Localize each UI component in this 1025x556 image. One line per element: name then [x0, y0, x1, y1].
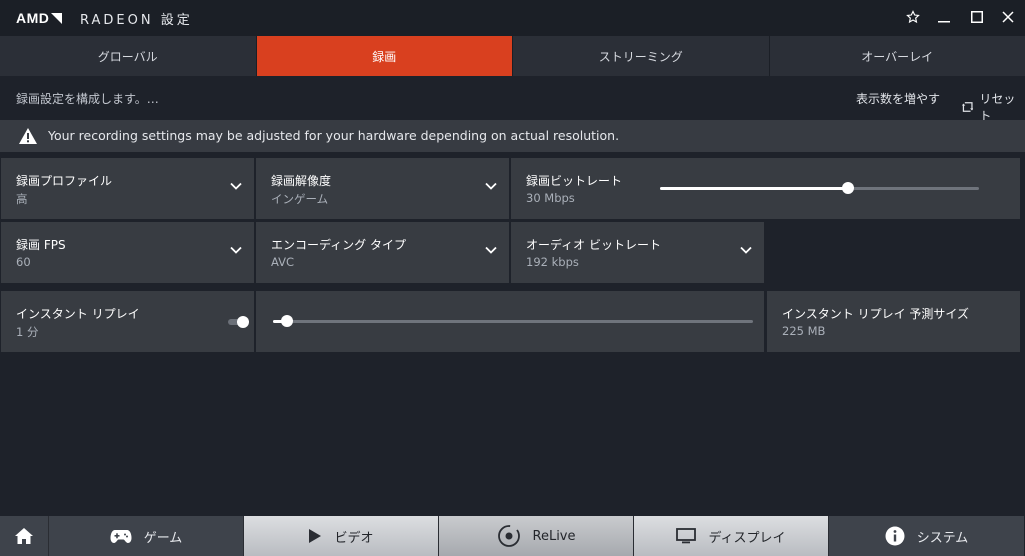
section-description: 録画設定を構成します。…	[16, 92, 159, 106]
maximize-icon	[971, 11, 983, 23]
tab-global[interactable]: グローバル	[0, 36, 257, 76]
gamepad-icon	[110, 530, 132, 543]
instant-replay-duration-tile	[256, 291, 764, 352]
instant-replay-slider[interactable]	[273, 315, 753, 327]
amd-logo: AMD	[16, 10, 63, 26]
instant-replay-label: インスタント リプレイ	[16, 307, 140, 321]
nav-system-label: システム	[916, 530, 969, 546]
recording-resolution-value: インゲーム	[271, 192, 329, 206]
nav-gaming[interactable]: ゲーム	[49, 516, 244, 556]
info-icon	[885, 526, 905, 546]
reset-label: リセット	[979, 92, 1016, 123]
nav-video[interactable]: ビデオ	[244, 516, 439, 556]
reset-icon	[962, 102, 974, 112]
reset-button[interactable]: リセット	[962, 90, 1025, 124]
recording-profile-label: 録画プロファイル	[16, 174, 113, 188]
minimize-icon	[938, 21, 950, 23]
encoding-type-dropdown[interactable]: エンコーディング タイプ AVC	[256, 222, 509, 283]
audio-bitrate-label: オーディオ ビットレート	[526, 238, 661, 252]
bitrate-slider-thumb[interactable]	[842, 182, 855, 194]
instant-replay-size-tile: インスタント リプレイ 予測サイズ 225 MB	[767, 291, 1020, 352]
close-button[interactable]	[996, 6, 1020, 28]
nav-gaming-label: ゲーム	[143, 530, 183, 546]
maximize-button[interactable]	[965, 6, 989, 28]
favorite-button[interactable]	[901, 6, 925, 28]
monitor-icon	[676, 528, 697, 544]
app-title: RADEON 設定	[80, 13, 193, 28]
encoding-type-label: エンコーディング タイプ	[271, 238, 406, 252]
tab-recording[interactable]: 録画	[256, 36, 513, 76]
home-icon	[15, 528, 33, 544]
warning-icon	[19, 128, 37, 144]
bitrate-slider[interactable]	[660, 182, 979, 194]
top-tabs: グローバル 録画 ストリーミング オーバーレイ	[0, 36, 1025, 76]
amd-arrow-icon	[51, 13, 63, 24]
tab-streaming[interactable]: ストリーミング	[513, 36, 770, 76]
relive-icon	[497, 525, 520, 547]
play-icon	[309, 529, 322, 543]
recording-fps-dropdown[interactable]: 録画 FPS 60	[1, 222, 254, 283]
chevron-down-icon	[485, 182, 497, 190]
warning-text: Your recording settings may be adjusted …	[48, 128, 620, 143]
audio-bitrate-dropdown[interactable]: オーディオ ビットレート 192 kbps	[511, 222, 764, 283]
recording-bitrate-tile: 録画ビットレート 30 Mbps	[511, 158, 1020, 219]
minimize-button[interactable]	[932, 6, 956, 28]
recording-fps-label: 録画 FPS	[16, 238, 66, 252]
nav-display-label: ディスプレイ	[708, 530, 786, 546]
nav-relive-label: ReLive	[532, 528, 576, 544]
recording-profile-dropdown[interactable]: 録画プロファイル 高	[1, 158, 254, 219]
nav-display[interactable]: ディスプレイ	[634, 516, 829, 556]
chevron-down-icon	[740, 246, 752, 254]
recording-fps-value: 60	[16, 255, 31, 269]
recording-bitrate-label: 録画ビットレート	[526, 174, 623, 188]
bitrate-slider-fill	[660, 187, 849, 190]
nav-video-label: ビデオ	[334, 530, 374, 546]
recording-profile-value: 高	[16, 192, 28, 206]
toggle-knob	[237, 316, 249, 328]
star-icon	[906, 10, 920, 24]
chevron-down-icon	[485, 246, 497, 254]
instant-replay-size-label: インスタント リプレイ 予測サイズ	[782, 307, 970, 321]
instant-replay-toggle[interactable]	[228, 316, 249, 328]
instant-replay-value: 1 分	[16, 325, 39, 339]
instant-replay-tile: インスタント リプレイ 1 分	[1, 291, 254, 352]
tab-overlay[interactable]: オーバーレイ	[769, 36, 1025, 76]
title-bar: AMD RADEON 設定	[0, 0, 1025, 36]
recording-resolution-label: 録画解像度	[271, 174, 332, 188]
audio-bitrate-value: 192 kbps	[526, 255, 579, 269]
bottom-navigation: ゲーム ビデオ ReLive ディスプレイ システム	[0, 516, 1025, 556]
chevron-down-icon	[230, 246, 242, 254]
warning-banner: Your recording settings may be adjusted …	[0, 120, 1025, 152]
encoding-type-value: AVC	[271, 255, 295, 269]
instant-replay-size-value: 225 MB	[782, 324, 826, 338]
close-icon	[1002, 11, 1014, 23]
nav-relive[interactable]: ReLive	[439, 516, 634, 556]
instant-replay-slider-thumb[interactable]	[281, 315, 294, 327]
nav-system[interactable]: システム	[829, 516, 1024, 556]
home-button[interactable]	[0, 516, 49, 556]
subheader: 録画設定を構成します。… 表示数を増やす リセット	[0, 76, 1025, 123]
recording-resolution-dropdown[interactable]: 録画解像度 インゲーム	[256, 158, 509, 219]
show-more-button[interactable]: 表示数を増やす	[856, 90, 940, 107]
chevron-down-icon	[230, 182, 242, 190]
recording-bitrate-value: 30 Mbps	[526, 191, 575, 205]
